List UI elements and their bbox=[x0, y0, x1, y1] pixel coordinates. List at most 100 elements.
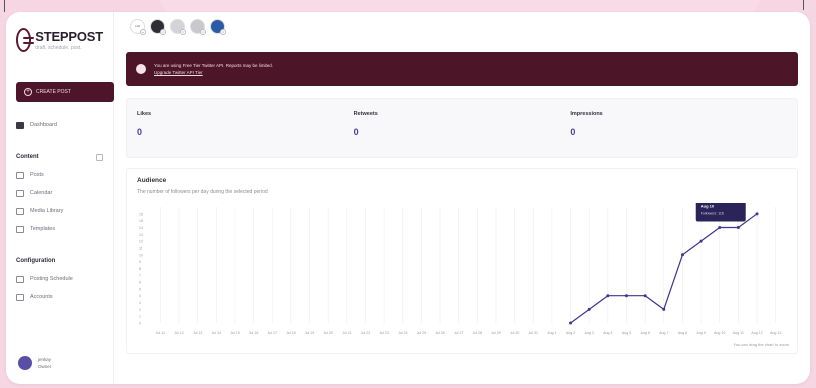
sidebar-item-label: Posts bbox=[30, 172, 44, 178]
y-tick-label: 5 bbox=[139, 287, 141, 291]
configuration-section-header: Configuration bbox=[16, 252, 103, 270]
account-switcher: Add + t t t t bbox=[126, 12, 798, 40]
content-section-header[interactable]: Content bbox=[16, 148, 103, 166]
y-tick-label: 3 bbox=[139, 301, 141, 305]
sidebar-item-label: Media Library bbox=[30, 208, 64, 214]
account-avatar[interactable]: t bbox=[170, 18, 186, 35]
background-line bbox=[4, 0, 5, 12]
sidebar-item-posts[interactable]: Posts bbox=[16, 166, 103, 184]
x-tick-label: Aug 12 bbox=[751, 331, 762, 335]
add-account-button[interactable]: Add + bbox=[130, 18, 146, 35]
x-tick-label: Jul 19 bbox=[305, 331, 315, 335]
data-point bbox=[718, 225, 722, 229]
y-tick-label: 15 bbox=[139, 219, 143, 223]
stat-label: Retweets bbox=[353, 111, 378, 117]
sidebar-item-accounts[interactable]: Accounts bbox=[16, 288, 103, 306]
y-tick-label: 1 bbox=[139, 315, 141, 319]
audience-panel: Audience The number of followers per day… bbox=[126, 168, 798, 354]
stat-label: Likes bbox=[137, 111, 152, 117]
y-tick-label: 14 bbox=[139, 226, 143, 230]
sidebar-item-templates[interactable]: Templates bbox=[16, 220, 103, 238]
logo[interactable]: STEPPOST draft. schedule. post. bbox=[16, 22, 103, 58]
stat-value: 0 bbox=[137, 127, 143, 137]
api-tier-alert: You are using Free Tier Twitter API. Rep… bbox=[126, 52, 798, 86]
sidebar-item-label: Calendar bbox=[30, 190, 53, 196]
audience-chart[interactable]: 012345678910111213141516Jul 11 Jul 12 Jul … bbox=[137, 203, 793, 337]
sidebar: STEPPOST draft. schedule. post. + CREATE… bbox=[6, 12, 114, 384]
data-point bbox=[606, 294, 610, 298]
y-tick-label: 10 bbox=[139, 253, 143, 257]
logo-icon bbox=[16, 28, 35, 52]
y-tick-label: 11 bbox=[139, 246, 143, 250]
sidebar-item-media-library[interactable]: Media Library bbox=[16, 202, 103, 220]
sidebar-item-label: Templates bbox=[30, 226, 56, 232]
x-tick-label: Aug 11 bbox=[733, 331, 744, 335]
clock-icon bbox=[16, 275, 24, 283]
x-tick-label: Jul 24 bbox=[398, 331, 408, 335]
x-tick-label: Jul 22 bbox=[361, 331, 371, 335]
app-window: STEPPOST draft. schedule. post. + CREATE… bbox=[6, 12, 810, 384]
audience-subtitle: The number of followers per day during t… bbox=[137, 189, 268, 195]
y-tick-label: 7 bbox=[139, 274, 141, 278]
x-tick-label: Aug 8 bbox=[678, 331, 687, 335]
main-content: Add + t t t t You are using Free Tier Tw… bbox=[114, 12, 810, 384]
account-avatar[interactable]: t bbox=[190, 18, 206, 35]
y-tick-label: 16 bbox=[139, 212, 143, 216]
y-tick-label: 4 bbox=[139, 294, 141, 298]
user-name: jenkay bbox=[38, 357, 52, 362]
data-point bbox=[643, 294, 647, 298]
add-account-label: Add bbox=[134, 24, 141, 28]
data-point bbox=[662, 307, 666, 311]
tooltip-date: Aug 10 bbox=[701, 203, 715, 208]
x-tick-label: Jul 15 bbox=[230, 331, 240, 335]
x-tick-label: Jul 17 bbox=[267, 331, 277, 335]
calendar-icon bbox=[16, 189, 24, 197]
user-profile[interactable]: jenkay Owner bbox=[18, 356, 51, 370]
audience-title: Audience bbox=[137, 177, 167, 184]
upgrade-link[interactable]: Upgrade Twitter API Tier bbox=[154, 69, 273, 76]
x-tick-label: Jul 11 bbox=[156, 331, 165, 335]
create-post-label: CREATE POST bbox=[36, 89, 71, 95]
sidebar-item-label: Posting Schedule bbox=[30, 276, 73, 282]
x-tick-label: Jul 26 bbox=[435, 331, 445, 335]
plus-icon: + bbox=[24, 88, 32, 96]
x-tick-label: Jul 16 bbox=[249, 331, 259, 335]
account-avatar[interactable]: t bbox=[210, 18, 226, 35]
image-icon bbox=[16, 207, 24, 215]
x-tick-label: Aug 6 bbox=[640, 331, 649, 335]
x-tick-label: Aug 7 bbox=[659, 331, 668, 335]
sidebar-item-dashboard[interactable]: Dashboard bbox=[16, 116, 103, 134]
x-tick-label: Jul 31 bbox=[528, 331, 538, 335]
user-role: Owner bbox=[38, 364, 52, 369]
stat-value: 0 bbox=[353, 127, 359, 137]
stat-likes: Likes 0 bbox=[137, 111, 354, 145]
background-line bbox=[803, 0, 804, 10]
avatar bbox=[18, 356, 32, 370]
y-tick-label: 6 bbox=[139, 281, 141, 285]
x-tick-label: Jul 29 bbox=[491, 331, 501, 335]
data-point bbox=[755, 212, 759, 216]
x-tick-label: Jul 13 bbox=[193, 331, 203, 335]
x-tick-label: Aug 1 bbox=[547, 331, 556, 335]
data-point bbox=[625, 294, 628, 298]
sidebar-item-label: Dashboard bbox=[30, 122, 57, 128]
collapse-icon[interactable] bbox=[96, 153, 103, 161]
sidebar-item-calendar[interactable]: Calendar bbox=[16, 184, 103, 202]
alert-message: You are using Free Tier Twitter API. Rep… bbox=[154, 63, 274, 68]
stat-retweets: Retweets 0 bbox=[354, 111, 571, 145]
data-point bbox=[680, 253, 684, 257]
create-post-button[interactable]: + CREATE POST bbox=[16, 82, 114, 102]
sidebar-item-posting-schedule[interactable]: Posting Schedule bbox=[16, 270, 103, 288]
x-tick-label: Aug 3 bbox=[585, 331, 594, 335]
app-name: STEPPOST bbox=[35, 29, 103, 44]
x-tick-label: Aug 9 bbox=[696, 331, 705, 335]
stats-panel: Likes 0 Retweets 0 Impressions 0 bbox=[126, 98, 798, 158]
monitor-icon bbox=[16, 121, 24, 129]
account-avatar[interactable]: t bbox=[150, 18, 166, 35]
y-tick-label: 0 bbox=[139, 322, 141, 326]
x-tick-label: Aug 10 bbox=[714, 331, 725, 335]
x-tick-label: Jul 28 bbox=[473, 331, 483, 335]
data-point bbox=[699, 239, 703, 243]
twitter-badge-icon: t bbox=[180, 28, 186, 35]
content-section-title: Content bbox=[16, 154, 39, 160]
